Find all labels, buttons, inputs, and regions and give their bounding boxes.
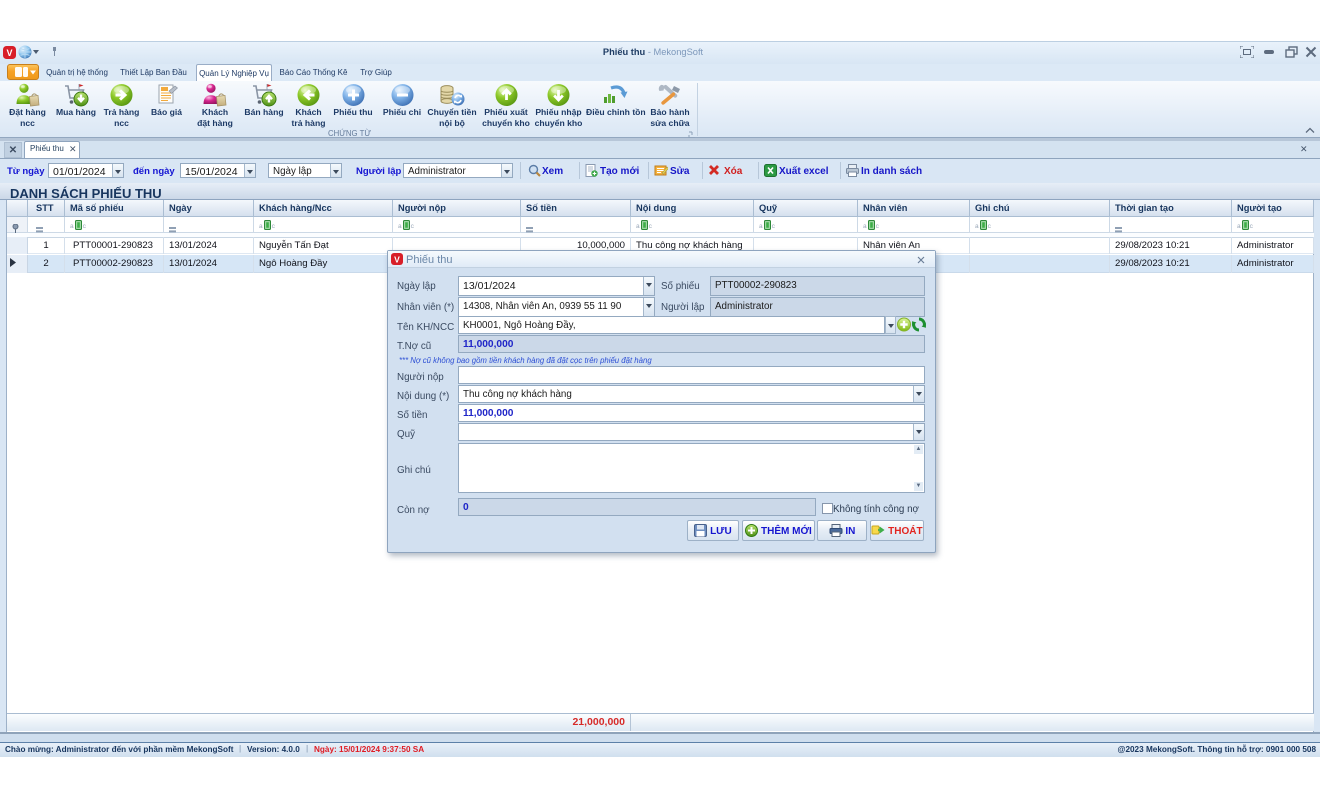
svg-text:V: V bbox=[394, 255, 400, 265]
